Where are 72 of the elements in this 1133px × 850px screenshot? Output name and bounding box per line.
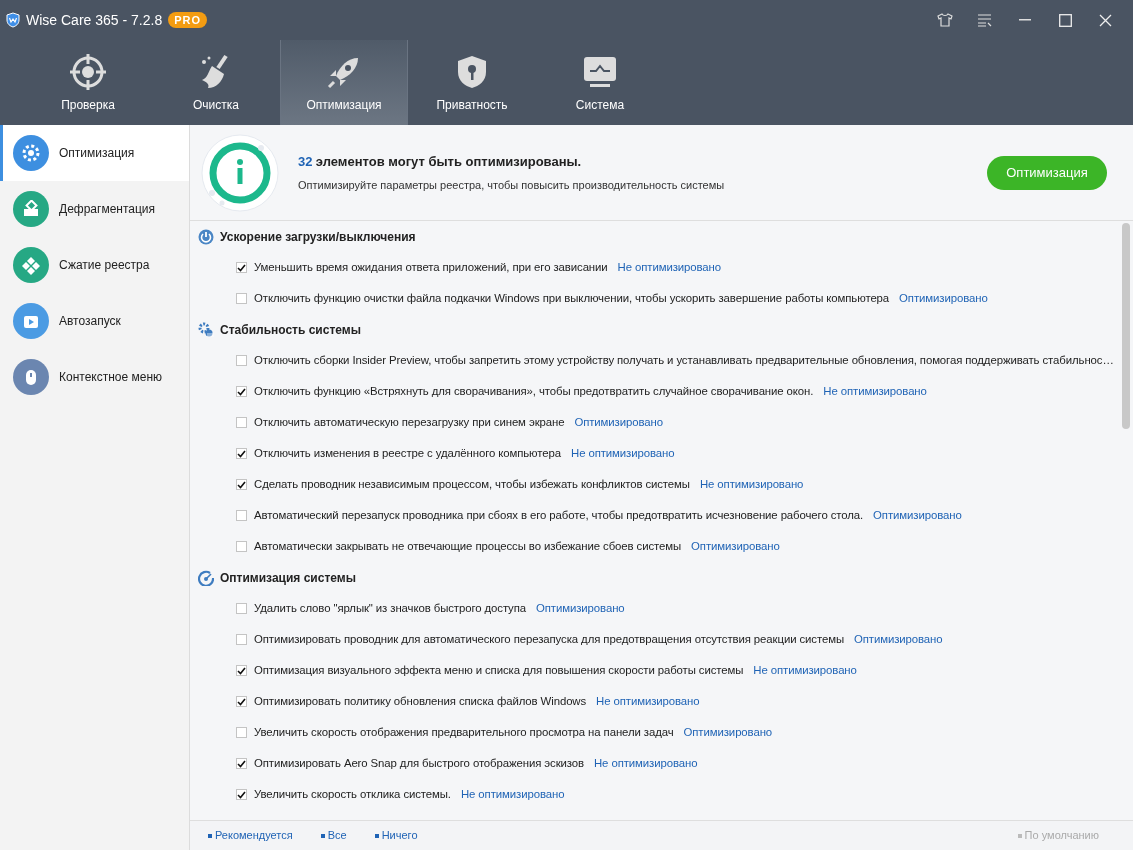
select-link[interactable]: Все [320,827,347,844]
select-link[interactable]: Рекомендуется [208,827,293,844]
sidebar-item[interactable]: Автозапуск [0,293,189,349]
status-link[interactable]: Не оптимизировано [594,754,698,773]
status-link[interactable]: Оптимизировано [691,537,780,556]
menu-icon [978,13,992,27]
status-link[interactable]: Не оптимизировано [460,785,565,804]
status-link[interactable]: Оптимизировано [574,413,663,432]
status-link[interactable]: Оптимизировано [536,599,625,618]
option-label: Уменьшить время ожидания ответа приложений, при его зависании [254,259,608,275]
nav-tab[interactable]: Проверка [24,40,152,125]
app-logo-icon [6,12,20,28]
close-icon [1098,13,1112,27]
gears-icon [198,321,214,338]
status-link[interactable]: Не оптимизировано [753,661,857,680]
maximize-icon [1058,13,1072,27]
option-label: Увеличить скорость отображения предварительного просмотра на панели задач [254,724,674,740]
minimize-icon [1019,19,1031,21]
section-title: Оптимизация системы [220,569,356,587]
sidebar-item[interactable]: Дефрагментация [0,181,189,237]
option-label: Отключить изменения в реестре с удалённого компьютера [254,445,561,461]
section-title: Ускорение загрузки/выключения [220,228,416,246]
gauge-icon [198,569,214,586]
sidebar-item[interactable]: Сжатие реестра [0,237,189,293]
info-icon [200,132,280,213]
status-link[interactable]: Не оптимизировано [699,475,804,494]
checkbox[interactable] [236,386,247,397]
target-icon [70,54,106,90]
section-title: Стабильность системы [220,321,361,339]
window-title: Wise Care 365 - 7.2.8 [26,10,163,30]
option-label: Оптимизировать Aero Snap для быстрого отображения эскизов [254,755,584,771]
sidebar-item[interactable]: Оптимизация [0,125,189,181]
option-label: Отключить сборки Insider Preview, чтобы запретить этому устройству получать и устанавливать предварительные обновления, помогая поддерживать стабильнос… [254,352,1114,368]
summary-headline: 32 элементов могут быть оптимизированы. [298,152,583,171]
option-label: Автоматический перезапуск проводника при сбоях в его работе, чтобы предотвратить исчезновение рабочего стола. [254,507,864,523]
status-link[interactable]: Оптимизировано [683,723,773,742]
checkbox[interactable] [236,448,247,459]
status-link[interactable]: Оптимизировано [854,630,943,649]
checkbox[interactable] [236,696,247,707]
status-link[interactable]: Не оптимизировано [596,692,700,711]
status-link[interactable]: Не оптимизировано [617,258,722,277]
option-label: Увеличить скорость отклика системы. [254,786,451,802]
status-link[interactable]: Не оптимизировано [571,444,675,463]
nav-tab[interactable]: Оптимизация [280,40,408,125]
power-icon [198,228,214,245]
checkbox[interactable] [236,479,247,490]
shirt-icon [937,13,953,27]
scrollbar-thumb[interactable] [1122,223,1130,429]
option-label: Сделать проводник независимым процессом, чтобы избежать конфликтов системы [254,476,690,492]
status-link[interactable]: Не оптимизировано [823,382,927,401]
option-label: Отключить функцию очистки файла подкачки Windows при выключении, чтобы ускорить завершение работы компьютера [254,290,890,306]
checkbox[interactable] [236,665,247,676]
nav-tab[interactable]: Очистка [152,40,280,125]
option-label: Оптимизация визуального эффекта меню и списка для повышения скорости работы системы [254,662,744,678]
checkbox[interactable] [236,758,247,769]
nav-tab[interactable]: Приватность [408,40,536,125]
option-label: Отключить автоматическую перезагрузку при синем экране [254,414,565,430]
option-label: Отключить функцию «Встряхнуть для сворачивания», чтобы предотвратить случайное сворачивание окон. [254,383,814,399]
monitor-icon [582,54,618,90]
status-link[interactable]: Оптимизировано [899,289,988,308]
option-label: Удалить слово "ярлык" из значков быстрого доступа [254,600,527,616]
summary-description: Оптимизируйте параметры реестра, чтобы повысить производительность системы [298,178,725,193]
select-link[interactable]: Ничего [374,827,418,844]
pro-badge: PRO [168,11,207,29]
nav-tab[interactable]: Система [536,40,664,125]
checkbox[interactable] [236,789,247,800]
sidebar-item[interactable]: Контекстное меню [0,349,189,405]
option-label: Оптимизировать проводник для автоматического перезапуска для предотвращения отсутствия реакции системы [254,631,844,647]
checkbox[interactable] [236,262,247,273]
status-link[interactable]: Оптимизировано [873,506,962,525]
option-label: Оптимизировать политику обновления списка файлов Windows [254,693,587,709]
option-label: Автоматически закрывать не отвечающие процессы во избежание сбоев системы [254,538,682,554]
